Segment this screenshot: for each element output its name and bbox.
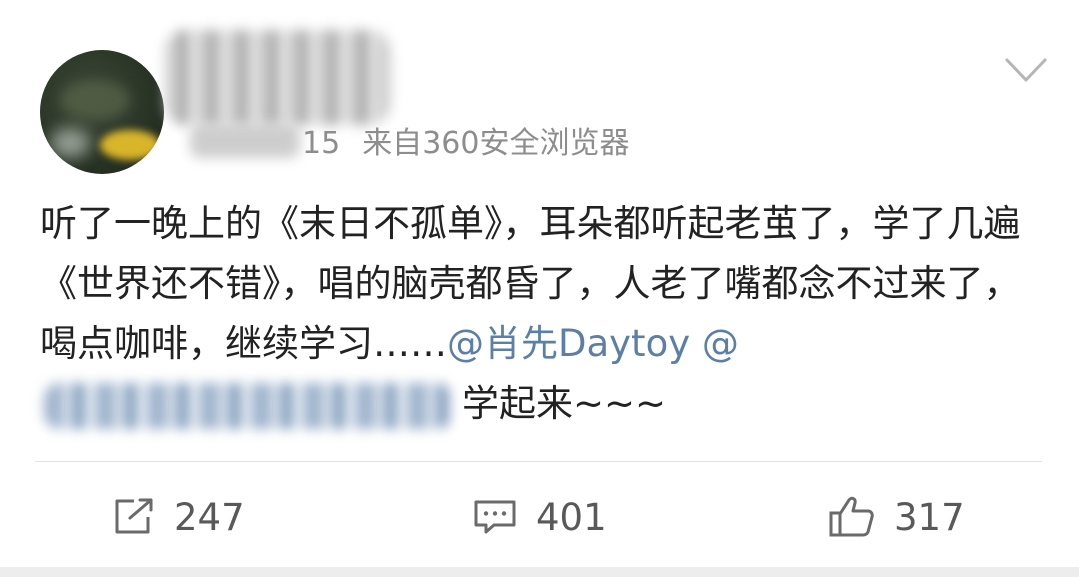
timestamp-visible-part: 15 <box>302 126 341 161</box>
source-app: 360安全浏览器 <box>422 126 630 161</box>
post-tail: 学起来~~~ <box>462 382 667 425</box>
avatar-shape <box>100 130 160 160</box>
chevron-down-icon[interactable] <box>1004 56 1048 84</box>
avatar-shape <box>50 128 90 158</box>
mention-link[interactable]: @肖先Daytoy <box>447 322 690 365</box>
comment-icon <box>474 500 516 534</box>
card-bottom-edge <box>0 567 1079 577</box>
avatar[interactable] <box>40 50 164 174</box>
avatar-shape <box>60 80 130 120</box>
repost-count: 247 <box>174 495 245 539</box>
post-content: 听了一晚上的《末日不孤单》，耳朵都听起老茧了，学了几遍《世界还不错》，唱的脑壳都… <box>40 194 1050 434</box>
comment-button[interactable]: 401 <box>472 492 607 542</box>
source-prefix: 来自 <box>362 126 423 161</box>
timestamp-redacted <box>190 124 300 158</box>
share-icon <box>115 498 153 534</box>
post-meta: 15 来自360安全浏览器 <box>302 118 629 162</box>
comment-count: 401 <box>536 495 607 539</box>
like-count: 317 <box>894 495 965 539</box>
thumbs-up-icon <box>829 496 874 537</box>
username-redacted[interactable] <box>165 30 390 125</box>
repost-button[interactable]: 247 <box>112 492 245 542</box>
like-button[interactable]: 317 <box>828 492 965 542</box>
divider <box>35 461 1042 462</box>
mention-redacted[interactable] <box>44 382 452 429</box>
mention-link-prefix[interactable]: @ <box>702 322 739 365</box>
